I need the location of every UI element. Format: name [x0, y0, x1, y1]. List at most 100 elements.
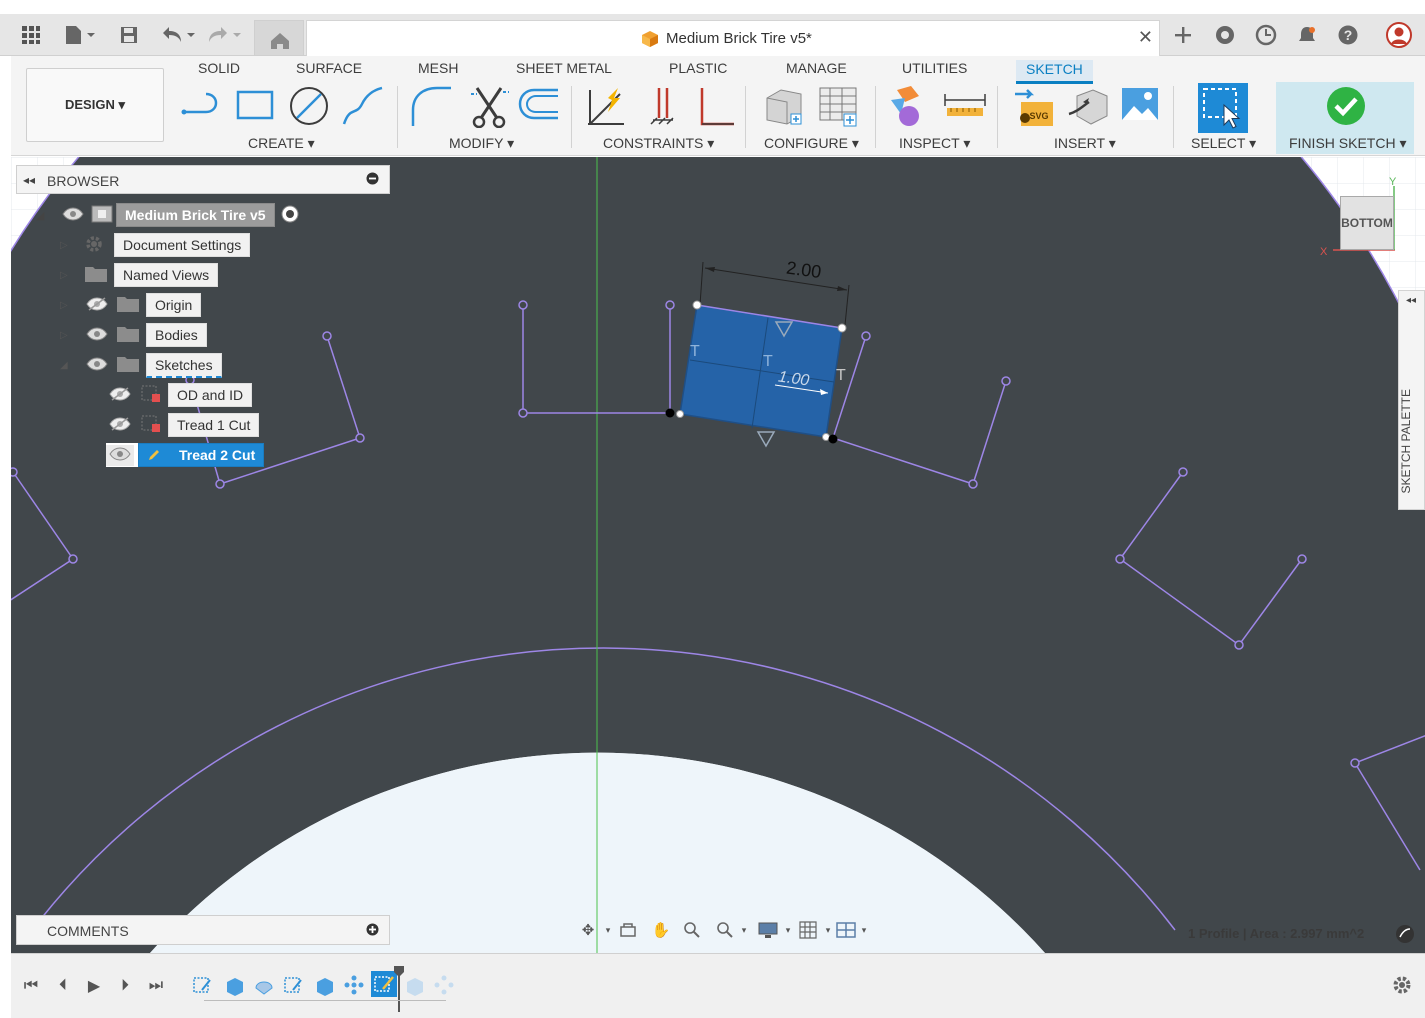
timeline-prev-icon[interactable]: ⏴ — [51, 974, 75, 998]
insert-canvas-image-icon[interactable] — [1118, 84, 1158, 128]
browser-item-label[interactable]: Document Settings — [114, 233, 251, 257]
spline-tool-icon[interactable] — [341, 84, 383, 128]
sketch-point[interactable] — [322, 331, 332, 341]
display-component-colors-icon[interactable] — [889, 84, 929, 128]
collapse-browser-icon[interactable]: ◂◂ — [23, 173, 35, 187]
sketch-point[interactable] — [861, 331, 871, 341]
timeline-last-icon[interactable]: ⏭ — [144, 974, 168, 998]
timeline-suppressed-pattern-icon[interactable] — [433, 974, 455, 996]
tab-utilities[interactable]: UTILITIES — [902, 60, 967, 76]
expand-triangle-icon[interactable]: ▷ — [60, 330, 80, 341]
timeline-extrude-feature-icon[interactable] — [313, 974, 335, 996]
activate-radio-icon[interactable] — [281, 205, 299, 226]
design-canvas[interactable]: T T T 2.00 1.00 Y X — [11, 157, 1425, 953]
pan-hand-icon[interactable]: ✋ — [650, 920, 672, 940]
fillet-tool-icon[interactable] — [409, 84, 451, 128]
close-tab-icon[interactable]: ✕ — [1138, 27, 1153, 48]
sketch-point[interactable] — [518, 300, 528, 310]
profile-vertex[interactable] — [837, 323, 847, 333]
sketch-point[interactable] — [1297, 554, 1307, 564]
eye-hidden-icon[interactable] — [106, 385, 134, 406]
create-menu[interactable]: CREATE ▾ — [248, 135, 315, 152]
sketch-item-label[interactable]: OD and ID — [168, 383, 253, 407]
sketch-item-label[interactable]: Tread 1 Cut — [168, 413, 260, 437]
sketch-point[interactable] — [11, 467, 18, 477]
browser-item-label[interactable]: Origin — [146, 293, 202, 317]
measure-ruler-icon[interactable] — [943, 84, 986, 128]
modify-menu[interactable]: MODIFY ▾ — [449, 135, 514, 152]
constraints-menu[interactable]: CONSTRAINTS ▾ — [603, 135, 714, 152]
profile-vertex[interactable] — [692, 300, 702, 310]
sketch-point[interactable] — [1178, 467, 1188, 477]
collapse-triangle-icon[interactable]: ◢ — [60, 360, 80, 371]
sketch-point[interactable] — [518, 408, 528, 418]
coincident-constraint-icon[interactable] — [584, 84, 624, 128]
tab-sketch[interactable]: SKETCH — [1016, 60, 1093, 84]
timeline-next-icon[interactable]: ⏵ — [113, 974, 137, 998]
eye-visibility-icon[interactable] — [86, 327, 108, 344]
eye-hidden-icon[interactable] — [86, 296, 108, 314]
timeline-revolve-feature-icon[interactable] — [253, 974, 275, 996]
home-tab[interactable] — [254, 20, 304, 56]
sketch-point[interactable] — [355, 433, 365, 443]
grid-snaps-icon[interactable] — [797, 920, 819, 940]
add-comment-icon[interactable] — [366, 923, 379, 939]
browser-item-named-views[interactable]: ▷ Named Views — [60, 263, 219, 287]
zoom-dropdown-icon[interactable]: ▾ — [733, 920, 755, 940]
tab-surface[interactable]: SURFACE — [296, 60, 362, 76]
offset-tool-icon[interactable] — [516, 84, 558, 128]
rectangle-tool-icon[interactable] — [234, 84, 274, 128]
sketch-point[interactable] — [68, 554, 78, 564]
insert-svg-icon[interactable]: SVG — [1011, 84, 1053, 128]
circle-tool-icon[interactable] — [287, 84, 328, 128]
timeline-sketch-feature-icon[interactable] — [192, 974, 214, 996]
timeline-suppressed-extrude-icon[interactable] — [403, 974, 425, 996]
browser-item-origin[interactable]: ▷ Origin — [60, 293, 202, 317]
timeline-settings-gear-icon[interactable] — [1391, 974, 1413, 999]
expand-triangle-icon[interactable]: ▷ — [60, 240, 80, 251]
tangent-constraint-glyph[interactable]: T — [763, 353, 773, 370]
document-tab[interactable]: Medium Brick Tire v5* ✕ — [306, 20, 1160, 56]
tangent-constraint-glyph[interactable]: T — [690, 343, 700, 360]
redo-icon[interactable] — [204, 22, 244, 48]
insert-mesh-icon[interactable] — [1067, 84, 1108, 128]
parallel-constraint-icon[interactable] — [641, 84, 681, 128]
eye-visibility-icon[interactable] — [86, 357, 108, 374]
eye-visibility-icon[interactable] — [106, 444, 134, 466]
select-tool-icon[interactable] — [1198, 83, 1248, 133]
finish-checkmark-icon[interactable] — [1326, 86, 1366, 126]
sketch-point[interactable] — [1350, 758, 1360, 768]
insert-menu[interactable]: INSERT ▾ — [1054, 135, 1116, 152]
tab-solid[interactable]: SOLID — [198, 60, 240, 76]
workspace-switcher[interactable]: DESIGN ▾ — [26, 68, 164, 142]
sketch-point[interactable] — [665, 300, 675, 310]
browser-minimize-icon[interactable] — [366, 172, 379, 188]
sketch-item-tread-2-cut[interactable]: Tread 2 Cut — [106, 443, 265, 467]
browser-item-bodies[interactable]: ▷ Bodies — [60, 323, 207, 347]
fixed-point[interactable] — [828, 434, 838, 444]
tangent-constraint-glyph[interactable]: T — [836, 367, 846, 384]
browser-item-label[interactable]: Bodies — [146, 323, 207, 347]
parameters-box-icon[interactable] — [761, 84, 802, 128]
expand-palette-icon[interactable]: ◂◂ — [1406, 295, 1416, 306]
sketch-item-tread-1-cut[interactable]: Tread 1 Cut — [106, 413, 260, 437]
sketch-point[interactable] — [1234, 640, 1244, 650]
timeline-play-icon[interactable]: ▶ — [82, 974, 106, 998]
save-icon[interactable] — [116, 22, 142, 48]
collapse-triangle-icon[interactable]: ◢ — [36, 209, 60, 222]
browser-root-label[interactable]: Medium Brick Tire v5 — [116, 203, 275, 227]
new-tab-icon[interactable] — [1170, 22, 1196, 48]
sketch-point[interactable] — [215, 479, 225, 489]
sketch-point[interactable] — [1115, 554, 1125, 564]
job-status-icon[interactable] — [1253, 22, 1279, 48]
tab-sheet-metal[interactable]: SHEET METAL — [516, 60, 612, 76]
timeline-pattern-feature-icon[interactable] — [343, 974, 365, 996]
tab-plastic[interactable]: PLASTIC — [669, 60, 727, 76]
sketch-point[interactable] — [1001, 376, 1011, 386]
orbit-icon[interactable]: ✥ — [577, 920, 599, 940]
profile-vertex[interactable] — [676, 410, 684, 418]
sketch-item-od-and-id[interactable]: OD and ID — [106, 383, 253, 407]
extensions-icon[interactable] — [1212, 22, 1238, 48]
sketch-palette-tab[interactable]: ◂◂ SKETCH PALETTE — [1398, 290, 1425, 510]
comments-panel[interactable]: COMMENTS — [16, 915, 390, 945]
